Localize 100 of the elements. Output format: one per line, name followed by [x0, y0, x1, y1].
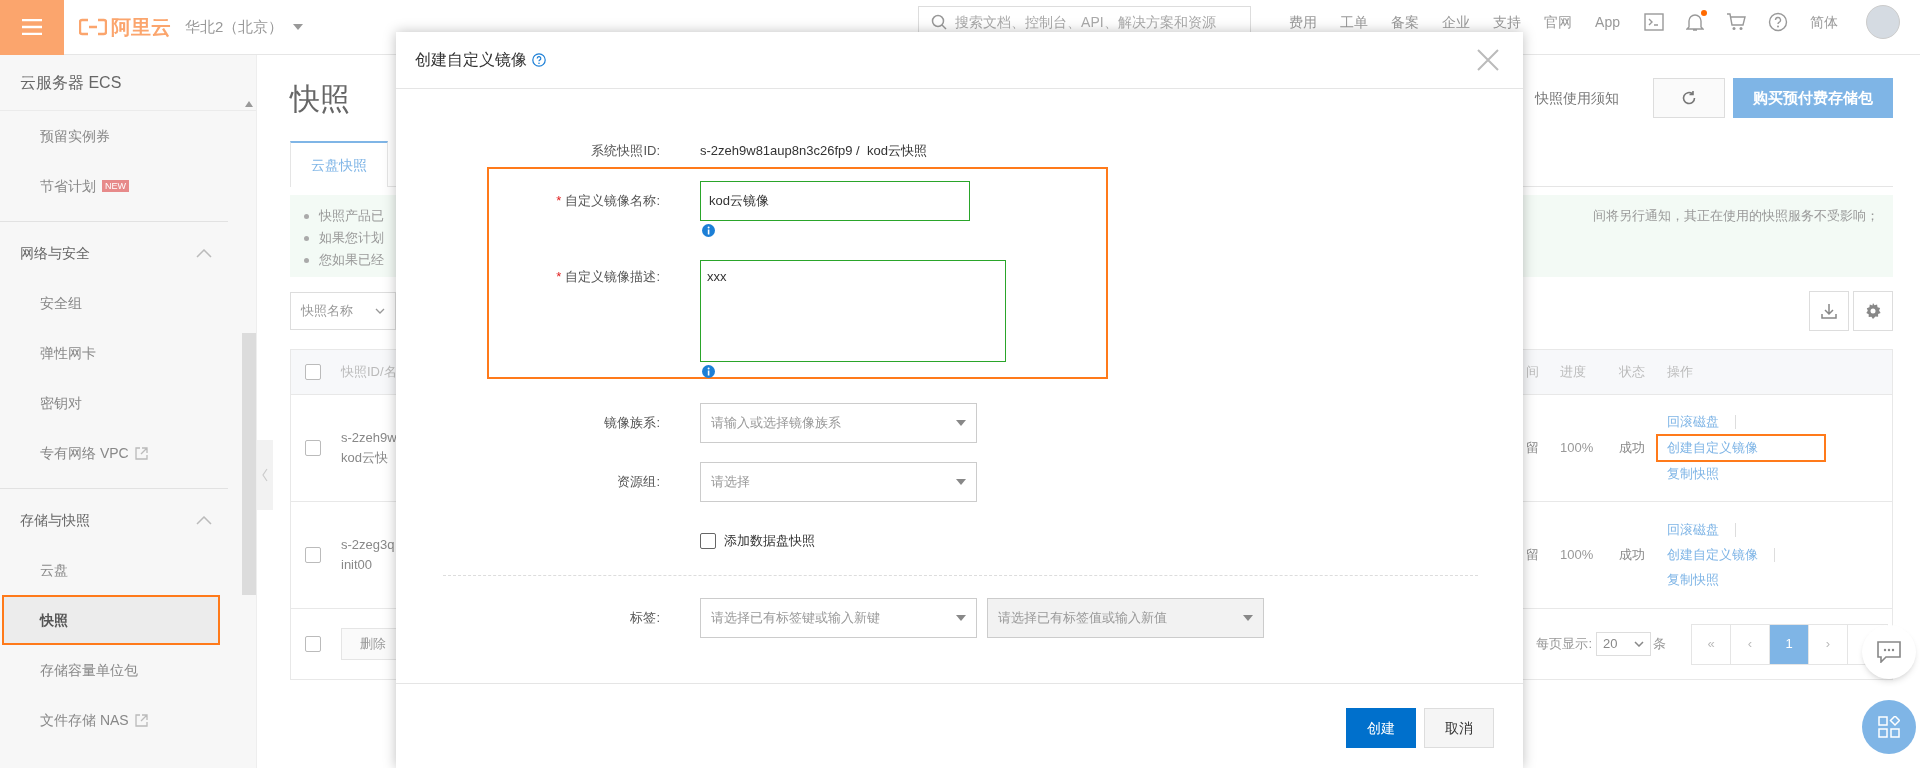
- refresh-icon: [1681, 90, 1697, 106]
- nav-link[interactable]: 工单: [1340, 11, 1369, 33]
- chevron-down-icon: [375, 308, 385, 314]
- settings-button[interactable]: [1853, 291, 1893, 331]
- nav-link[interactable]: 企业: [1442, 11, 1471, 33]
- search-icon: [931, 14, 948, 30]
- table-cell-text: 100%: [1560, 439, 1595, 458]
- image-family-select[interactable]: 请输入或选择镜像族系: [700, 403, 977, 443]
- caret-icon: [956, 479, 966, 485]
- create-button[interactable]: 创建: [1346, 708, 1416, 748]
- logo-icon: [79, 18, 107, 36]
- field-label: 镜像族系:: [604, 414, 660, 433]
- caret-icon: [1243, 614, 1253, 621]
- sidebar-title: 云服务器 ECS: [0, 55, 256, 111]
- field-label: 自定义镜像描述:: [565, 268, 660, 287]
- action-link[interactable]: 回滚磁盘: [1667, 413, 1719, 431]
- bullet-icon: [304, 213, 309, 219]
- info-icon: [702, 365, 715, 378]
- help-icon: [1768, 12, 1788, 32]
- snapshot-name: init00: [341, 556, 374, 574]
- buy-button[interactable]: 购买预付费存储包: [1733, 78, 1893, 118]
- sidebar-section-header[interactable]: 网络与安全: [10, 228, 228, 278]
- menu-icon: [22, 19, 42, 35]
- download-button[interactable]: [1809, 291, 1849, 331]
- sidebar-item[interactable]: 节省计划 NEW: [10, 161, 228, 211]
- caret-icon: [293, 24, 304, 30]
- field-label: 标签:: [630, 608, 660, 627]
- sidebar-item[interactable]: 密钥对: [10, 378, 228, 428]
- nav-link[interactable]: 官网: [1544, 11, 1573, 33]
- pagination-button[interactable]: 1: [1770, 624, 1809, 664]
- column-header: 快照ID/名: [341, 363, 397, 382]
- field-label: 资源组:: [617, 473, 660, 492]
- region-selector[interactable]: 华北2（北京）: [185, 15, 304, 39]
- tag-key-select[interactable]: 请选择已有标签键或输入新键: [700, 597, 977, 638]
- sidebar-item[interactable]: 专有网络 VPC: [10, 428, 228, 478]
- column-header: 间: [1526, 363, 1540, 382]
- action-link[interactable]: 创建自定义镜像: [1667, 546, 1758, 564]
- page-size-dropdown[interactable]: 20: [1596, 632, 1651, 656]
- filter-dropdown[interactable]: 快照名称: [290, 292, 396, 330]
- scroll-up-icon: [245, 100, 253, 108]
- language-link[interactable]: 简体: [1810, 11, 1838, 33]
- scrollbar-thumb[interactable]: [242, 333, 256, 595]
- snapshot-id: s-2zeh9w: [341, 429, 397, 447]
- sidebar-section-header[interactable]: 存储与快照: [10, 495, 228, 545]
- table-cell-text: 成功: [1619, 439, 1646, 458]
- chevron-down-icon: [1634, 641, 1644, 647]
- tab[interactable]: 云盘快照: [290, 141, 388, 187]
- required-mark: *: [556, 268, 562, 287]
- help-icon: [532, 53, 546, 67]
- chat-button[interactable]: [1862, 625, 1916, 679]
- sidebar-item[interactable]: 存储容量单位包: [10, 645, 228, 695]
- nav-link[interactable]: 备案: [1391, 11, 1420, 33]
- settings-icon: [1865, 303, 1881, 319]
- collapse-handle[interactable]: [257, 440, 273, 510]
- checkbox[interactable]: [305, 636, 321, 652]
- bullet-icon: [304, 257, 309, 263]
- sidebar-item[interactable]: 快照: [2, 595, 220, 645]
- refresh-button[interactable]: [1653, 78, 1725, 118]
- sidebar-item[interactable]: 文件存储 NAS: [10, 695, 228, 745]
- caret-icon: [956, 420, 966, 426]
- cancel-button[interactable]: 取消: [1424, 708, 1494, 748]
- name-input[interactable]: kod云镜像: [700, 181, 970, 221]
- sidebar-item[interactable]: 云盘: [10, 545, 228, 595]
- checkbox-label: 添加数据盘快照: [724, 532, 815, 550]
- chevron-left-icon: [262, 468, 268, 482]
- menu-button[interactable]: [0, 0, 64, 55]
- sidebar-item[interactable]: 弹性网卡: [10, 328, 228, 378]
- bell-icon: [1686, 12, 1704, 32]
- notice-text: 如果您计划: [319, 229, 384, 247]
- logo-text: 阿里云: [111, 15, 171, 40]
- checkbox[interactable]: [305, 440, 321, 456]
- table-cell-text: 成功: [1619, 546, 1646, 565]
- table-cell-text: 留: [1526, 546, 1540, 565]
- snapshot-id-value: s-2zeh9w81aup8n3c26fp9 / kod云快照: [700, 142, 927, 161]
- apps-button[interactable]: [1862, 700, 1916, 754]
- close-button[interactable]: [1477, 49, 1499, 71]
- page-size-label: 每页显示:: [1536, 635, 1592, 654]
- action-link[interactable]: 复制快照: [1667, 571, 1719, 589]
- field-label: 系统快照ID:: [591, 142, 660, 161]
- action-link[interactable]: 复制快照: [1667, 465, 1719, 483]
- nav-link[interactable]: 费用: [1289, 11, 1318, 33]
- checkbox[interactable]: [305, 364, 321, 380]
- action-link[interactable]: 创建自定义镜像: [1656, 434, 1826, 462]
- info-icon: [702, 224, 715, 237]
- checkbox[interactable]: [700, 532, 716, 549]
- action-link[interactable]: 回滚磁盘: [1667, 521, 1719, 539]
- nav-link[interactable]: App: [1595, 11, 1620, 33]
- nav-link[interactable]: 支持: [1493, 11, 1522, 33]
- close-icon: [1477, 49, 1499, 71]
- apps-icon: [1878, 716, 1900, 738]
- avatar[interactable]: [1866, 5, 1900, 39]
- notice-link[interactable]: 快照使用须知: [1535, 87, 1619, 109]
- description-input[interactable]: xxx: [700, 260, 1006, 362]
- sidebar-item[interactable]: 安全组: [10, 278, 228, 328]
- checkbox[interactable]: [305, 547, 321, 563]
- resource-group-select[interactable]: 请选择: [700, 462, 977, 502]
- sidebar-item[interactable]: 预留实例券: [10, 111, 228, 161]
- required-mark: *: [556, 192, 562, 211]
- snapshot-id: s-2zeg3q: [341, 536, 395, 554]
- table-cell-text: 100%: [1560, 546, 1595, 565]
